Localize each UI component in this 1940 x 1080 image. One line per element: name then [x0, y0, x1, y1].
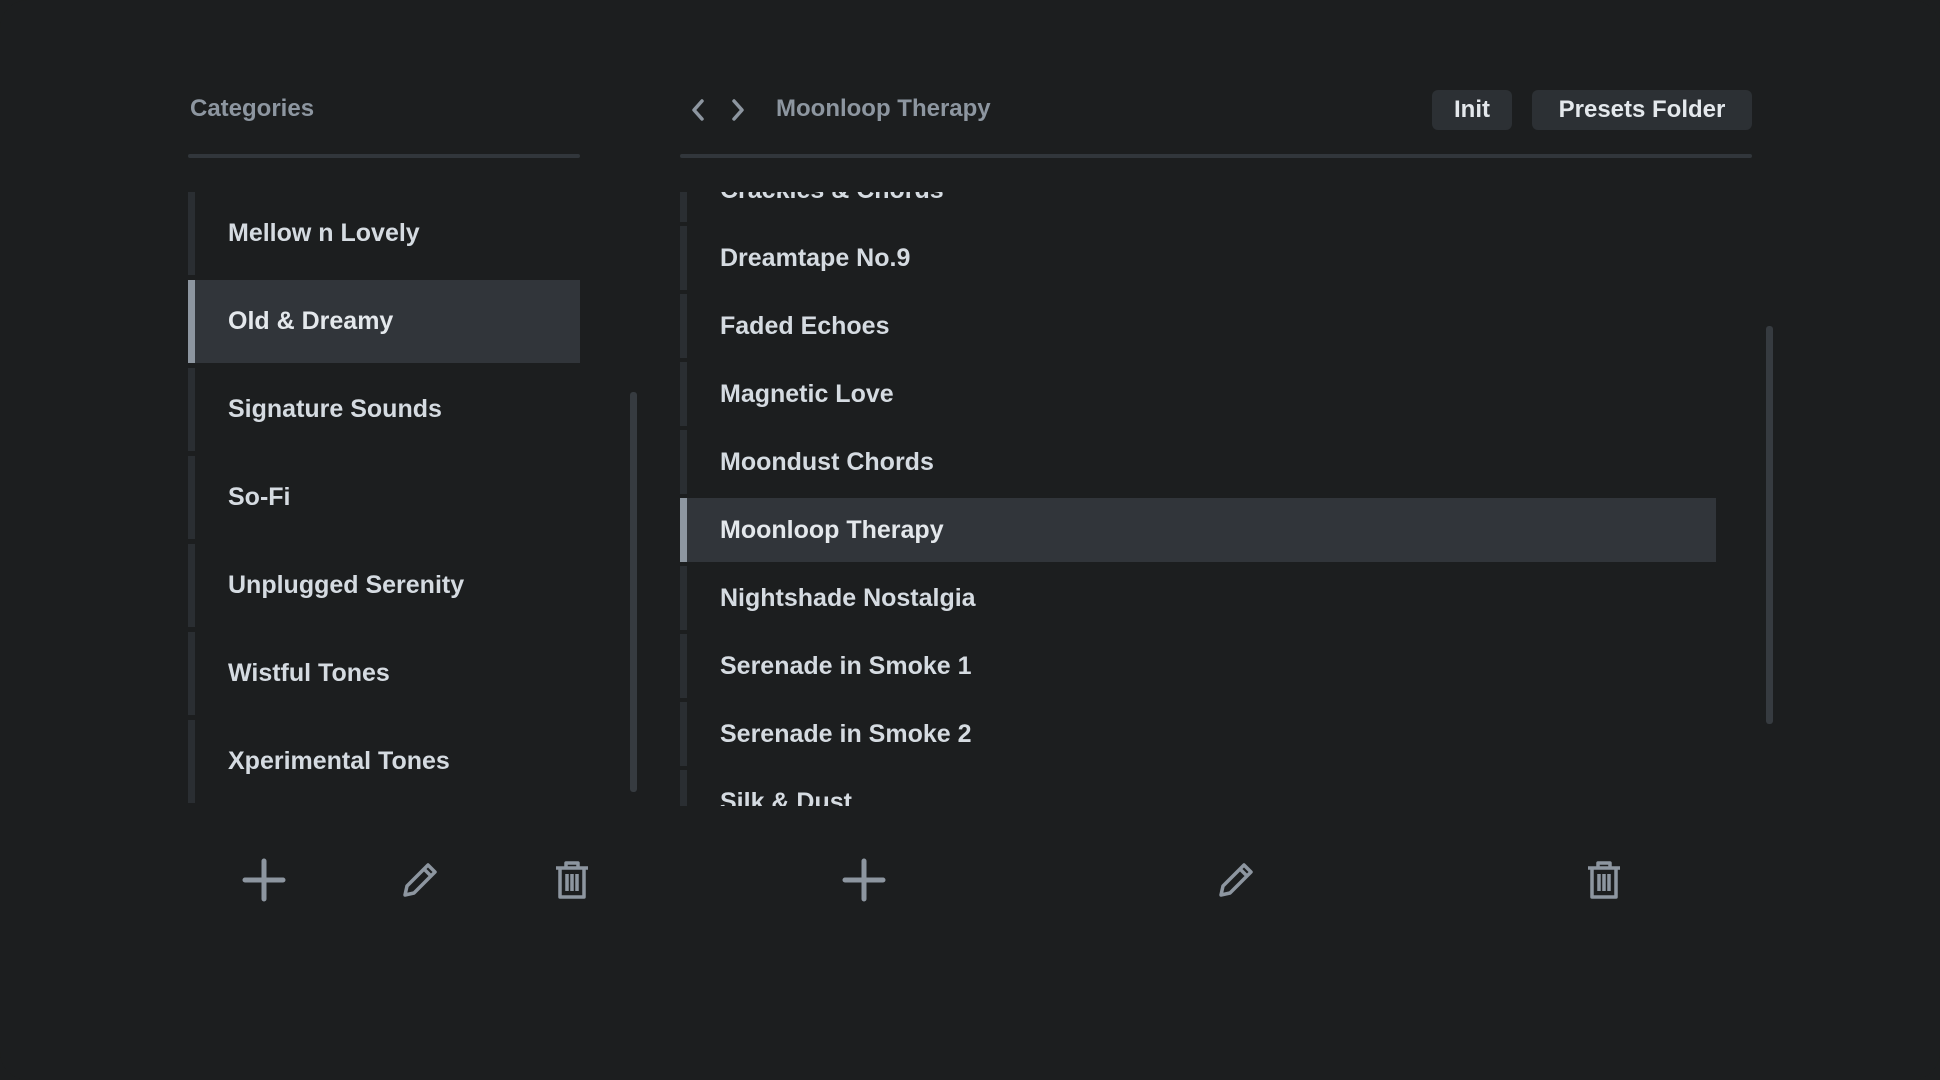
- previous-preset-button[interactable]: [684, 93, 712, 127]
- add-preset-button[interactable]: [840, 856, 888, 904]
- chevron-right-icon: [732, 99, 744, 121]
- preset-item[interactable]: Serenade in Smoke 2: [680, 702, 1716, 766]
- trash-icon: [1588, 861, 1620, 899]
- plus-icon: [242, 858, 286, 902]
- delete-preset-button[interactable]: [1580, 856, 1628, 904]
- category-item[interactable]: Unplugged Serenity: [188, 544, 580, 627]
- categories-divider: [188, 154, 580, 158]
- presets-list: Crackles & Chords Dreamtape No.9 Faded E…: [680, 192, 1716, 806]
- preset-item[interactable]: Crackles & Chords: [680, 192, 1716, 222]
- category-item[interactable]: Mellow n Lovely: [188, 192, 580, 275]
- pencil-icon: [1219, 863, 1253, 897]
- presets-divider: [680, 154, 1752, 158]
- edit-category-button[interactable]: [396, 856, 444, 904]
- chevron-left-icon: [692, 99, 704, 121]
- preset-item[interactable]: Faded Echoes: [680, 294, 1716, 358]
- category-item[interactable]: Wistful Tones: [188, 632, 580, 715]
- edit-preset-button[interactable]: [1212, 856, 1260, 904]
- category-item-selected[interactable]: Old & Dreamy: [188, 280, 580, 363]
- next-preset-button[interactable]: [724, 93, 752, 127]
- categories-scrollbar[interactable]: [630, 392, 637, 792]
- delete-category-button[interactable]: [548, 856, 596, 904]
- presets-folder-button[interactable]: Presets Folder: [1532, 90, 1752, 130]
- preset-browser-panel: Categories Mellow n Lovely Old & Dreamy …: [0, 0, 1940, 1080]
- trash-icon: [556, 861, 588, 899]
- preset-item[interactable]: Serenade in Smoke 1: [680, 634, 1716, 698]
- plus-icon: [842, 858, 886, 902]
- categories-list: Mellow n Lovely Old & Dreamy Signature S…: [188, 192, 580, 804]
- preset-item[interactable]: Nightshade Nostalgia: [680, 566, 1716, 630]
- preset-item[interactable]: Dreamtape No.9: [680, 226, 1716, 290]
- preset-item[interactable]: Silk & Dust: [680, 770, 1716, 806]
- category-item[interactable]: Xperimental Tones: [188, 720, 580, 803]
- presets-scrollbar[interactable]: [1766, 326, 1773, 724]
- current-preset-name: Moonloop Therapy: [776, 95, 991, 122]
- preset-item[interactable]: Moondust Chords: [680, 430, 1716, 494]
- category-item[interactable]: So-Fi: [188, 456, 580, 539]
- categories-title: Categories: [190, 95, 315, 122]
- add-category-button[interactable]: [240, 856, 288, 904]
- preset-item[interactable]: Magnetic Love: [680, 362, 1716, 426]
- init-button[interactable]: Init: [1432, 90, 1512, 130]
- preset-item-selected[interactable]: Moonloop Therapy: [680, 498, 1716, 562]
- category-item[interactable]: Signature Sounds: [188, 368, 580, 451]
- pencil-icon: [403, 863, 437, 897]
